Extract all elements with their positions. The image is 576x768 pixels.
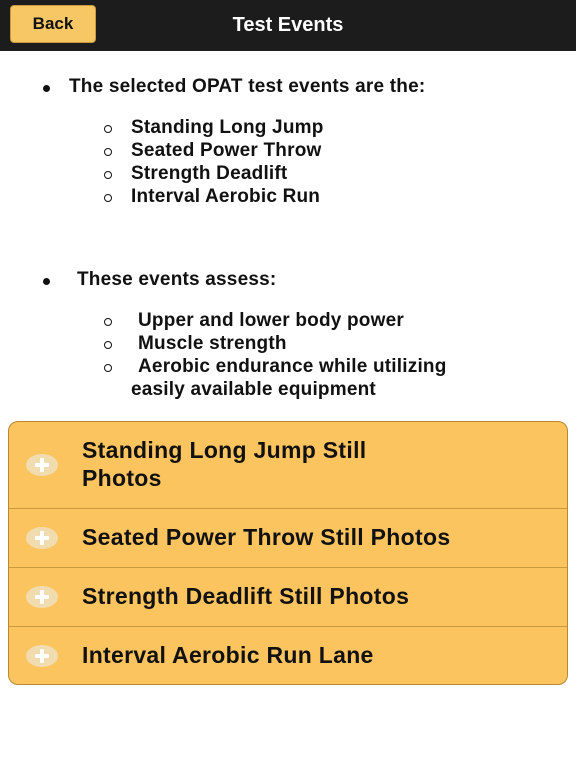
accordion-label: Interval Aerobic Run Lane xyxy=(82,642,374,668)
circle-bullet xyxy=(104,318,112,326)
back-button[interactable]: Back xyxy=(10,5,96,43)
plus-icon xyxy=(26,527,58,549)
circle-bullet xyxy=(104,125,112,133)
accordion-item-standing-long-jump[interactable]: Standing Long Jump Still Photos xyxy=(9,422,567,508)
assess-item-continuation: easily available equipment xyxy=(131,379,376,400)
bullet-dot xyxy=(43,85,50,92)
circle-bullet xyxy=(104,148,112,156)
circle-bullet xyxy=(104,194,112,202)
event-item: Seated Power Throw xyxy=(131,140,322,161)
assess-item: Aerobic endurance while utilizing xyxy=(138,356,447,377)
plus-icon xyxy=(26,454,58,476)
assess-item: Upper and lower body power xyxy=(138,310,404,331)
bullet-dot xyxy=(43,278,50,285)
accordion-label: Standing Long Jump Still Photos xyxy=(82,437,367,491)
plus-icon xyxy=(26,645,58,667)
assess-item: Muscle strength xyxy=(138,333,287,354)
circle-bullet xyxy=(104,341,112,349)
event-item: Interval Aerobic Run xyxy=(131,186,321,207)
assess-heading: These events assess: xyxy=(77,269,277,290)
navigation-bar: Back Test Events xyxy=(0,0,576,51)
photo-accordion: Standing Long Jump Still Photos Seated P… xyxy=(8,421,568,685)
accordion-item-seated-power-throw[interactable]: Seated Power Throw Still Photos xyxy=(9,509,567,567)
accordion-label: Seated Power Throw Still Photos xyxy=(82,524,451,550)
circle-bullet xyxy=(104,171,112,179)
intro-heading: The selected OPAT test events are the: xyxy=(69,76,426,97)
circle-bullet xyxy=(104,364,112,372)
plus-icon xyxy=(26,586,58,608)
event-item: Strength Deadlift xyxy=(131,163,288,184)
event-item: Standing Long Jump xyxy=(131,117,324,138)
accordion-item-strength-deadlift[interactable]: Strength Deadlift Still Photos xyxy=(9,568,567,626)
accordion-label: Strength Deadlift Still Photos xyxy=(82,583,410,609)
accordion-item-interval-aerobic-run[interactable]: Interval Aerobic Run Lane xyxy=(9,627,567,684)
